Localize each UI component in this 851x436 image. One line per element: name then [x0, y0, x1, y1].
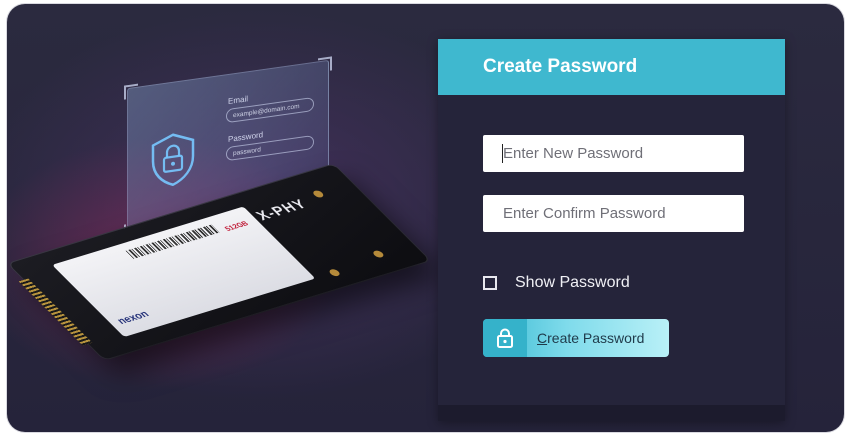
- show-password-label[interactable]: Show Password: [515, 274, 630, 292]
- app-window: Email example@domain.com Password passwo…: [7, 4, 844, 432]
- screw: [327, 268, 342, 278]
- new-password-input[interactable]: [483, 135, 744, 172]
- button-label-rest: reate Password: [547, 330, 645, 346]
- shield-lock-icon: [151, 133, 195, 187]
- ssd-label: 512GB nexon: [52, 206, 316, 337]
- ssd-illustration: Email example@domain.com Password passwo…: [7, 4, 437, 432]
- show-password-checkbox[interactable]: [483, 276, 497, 290]
- lock-icon-svg: [497, 328, 513, 348]
- text-cursor: [502, 144, 503, 163]
- confirm-password-input[interactable]: [483, 195, 744, 232]
- screw: [311, 189, 326, 199]
- barcode: [125, 224, 220, 259]
- lock-icon: [483, 319, 527, 357]
- ssd-capacity: 512GB: [223, 220, 251, 233]
- create-password-button-label: Create Password: [527, 330, 644, 346]
- show-password-row[interactable]: Show Password: [483, 272, 630, 294]
- panel-title: Create Password: [438, 39, 785, 95]
- holo-email-label: Email: [228, 94, 249, 106]
- create-password-panel: Create Password Show Password Create Pas…: [438, 39, 785, 421]
- ssd-logo: X-PHY: [251, 196, 311, 223]
- ssd-brand: nexon: [115, 309, 152, 327]
- screw: [371, 249, 386, 259]
- panel-footer: [438, 405, 785, 421]
- create-password-button[interactable]: Create Password: [483, 319, 669, 357]
- mnemonic-letter: C: [537, 330, 548, 346]
